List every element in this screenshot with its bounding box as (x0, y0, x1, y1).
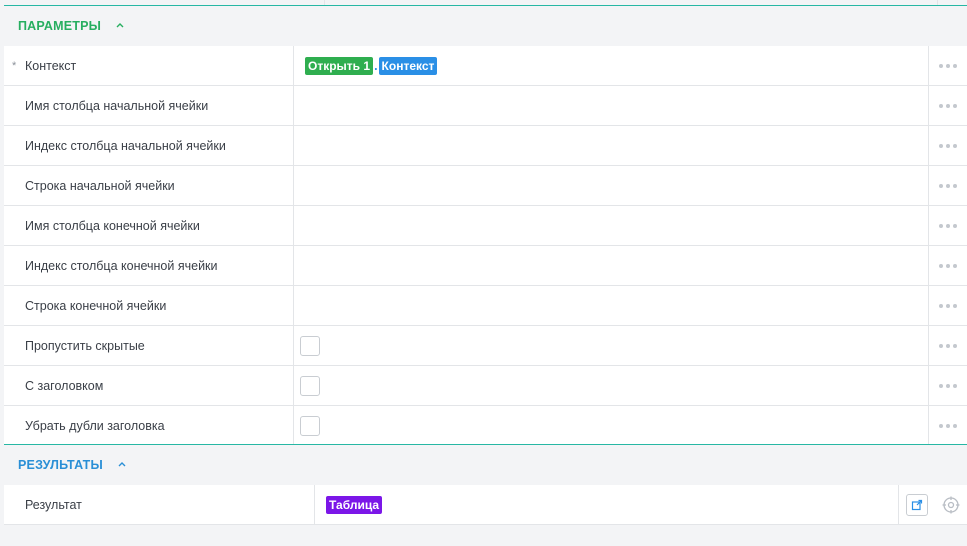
param-label: Пропустить скрытые (4, 326, 294, 365)
more-dots-icon[interactable] (928, 46, 967, 85)
param-label: Индекс столбца начальной ячейки (4, 126, 294, 165)
param-label: * Контекст (4, 46, 294, 85)
chevron-up-icon[interactable] (117, 459, 127, 469)
end-row-field[interactable] (295, 286, 928, 325)
more-dots-icon[interactable] (928, 126, 967, 165)
target-cell (934, 485, 967, 524)
param-label-text: Убрать дубли заголовка (25, 418, 165, 433)
results-section-title: РЕЗУЛЬТАТЫ (18, 458, 103, 472)
property-chip[interactable]: Контекст (378, 56, 438, 75)
more-dots-icon[interactable] (928, 86, 967, 125)
end-column-index-field[interactable] (295, 246, 928, 285)
more-dots-icon[interactable] (928, 286, 967, 325)
with-header-checkbox[interactable] (300, 375, 320, 396)
param-row-end-column-index[interactable]: Индекс столбца конечной ячейки (4, 246, 967, 286)
parameters-section-header[interactable]: ПАРАМЕТРЫ (4, 6, 967, 46)
param-row-end-column-name[interactable]: Имя столбца конечной ячейки (4, 206, 967, 246)
param-label-text: Строка конечной ячейки (25, 298, 167, 313)
chip-separator: . (374, 58, 378, 73)
param-row-end-row[interactable]: Строка конечной ячейки (4, 286, 967, 326)
remove-header-duplicates-checkbox[interactable] (300, 415, 320, 436)
param-label: Индекс столбца конечной ячейки (4, 246, 294, 285)
remove-header-duplicates-value (295, 406, 928, 445)
with-header-value (295, 366, 928, 405)
param-label: Убрать дубли заголовка (4, 406, 294, 445)
param-row-start-row[interactable]: Строка начальной ячейки (4, 166, 967, 206)
param-label: Имя столбца начальной ячейки (4, 86, 294, 125)
param-row-remove-header-duplicates[interactable]: Убрать дубли заголовка (4, 406, 967, 446)
result-type-chip[interactable]: Таблица (326, 495, 383, 514)
param-label-text: Пропустить скрытые (25, 338, 145, 353)
param-label-text: Строка начальной ячейки (25, 178, 175, 193)
more-dots-icon[interactable] (928, 406, 967, 445)
export-cell (898, 485, 934, 524)
start-row-field[interactable] (295, 166, 928, 205)
param-row-context[interactable]: * Контекст Открыть 1. Контекст (4, 46, 967, 86)
end-column-name-field[interactable] (295, 206, 928, 245)
start-column-name-field[interactable] (295, 86, 928, 125)
result-label: Результат (4, 485, 315, 524)
result-row[interactable]: Результат Таблица (4, 485, 967, 525)
param-label-text: С заголовком (25, 378, 104, 393)
param-label: Строка конечной ячейки (4, 286, 294, 325)
skip-hidden-value (295, 326, 928, 365)
skip-hidden-checkbox[interactable] (300, 335, 320, 356)
param-row-start-column-name[interactable]: Имя столбца начальной ячейки (4, 86, 967, 126)
param-label-text: Имя столбца начальной ячейки (25, 98, 209, 113)
export-button[interactable] (905, 493, 928, 516)
chevron-up-icon[interactable] (115, 20, 125, 30)
export-icon (911, 499, 922, 510)
param-label-text: Контекст (25, 58, 77, 73)
result-label-text: Результат (25, 497, 82, 512)
crosshair-icon[interactable] (942, 496, 960, 514)
param-label: Имя столбца конечной ячейки (4, 206, 294, 245)
param-row-with-header[interactable]: С заголовком (4, 366, 967, 406)
parameters-section-title: ПАРАМЕТРЫ (18, 19, 102, 33)
results-section-header[interactable]: РЕЗУЛЬТАТЫ (4, 445, 967, 485)
param-row-skip-hidden[interactable]: Пропустить скрытые (4, 326, 967, 366)
param-label: Строка начальной ячейки (4, 166, 294, 205)
more-dots-icon[interactable] (928, 246, 967, 285)
more-dots-icon[interactable] (928, 326, 967, 365)
param-label-text: Имя столбца конечной ячейки (25, 218, 200, 233)
start-column-index-field[interactable] (295, 126, 928, 165)
source-chip[interactable]: Открыть 1 (305, 56, 374, 75)
result-value-field[interactable]: Таблица (316, 485, 898, 524)
required-mark: * (12, 60, 17, 72)
param-label-text: Индекс столбца конечной ячейки (25, 258, 218, 273)
param-label: С заголовком (4, 366, 294, 405)
param-row-start-column-index[interactable]: Индекс столбца начальной ячейки (4, 126, 967, 166)
more-dots-icon[interactable] (928, 206, 967, 245)
param-label-text: Индекс столбца начальной ячейки (25, 138, 226, 153)
more-dots-icon[interactable] (928, 366, 967, 405)
more-dots-icon[interactable] (928, 166, 967, 205)
context-value-field[interactable]: Открыть 1. Контекст (295, 46, 928, 85)
parameters-list: * Контекст Открыть 1. Контекст Имя столбц… (4, 46, 967, 446)
